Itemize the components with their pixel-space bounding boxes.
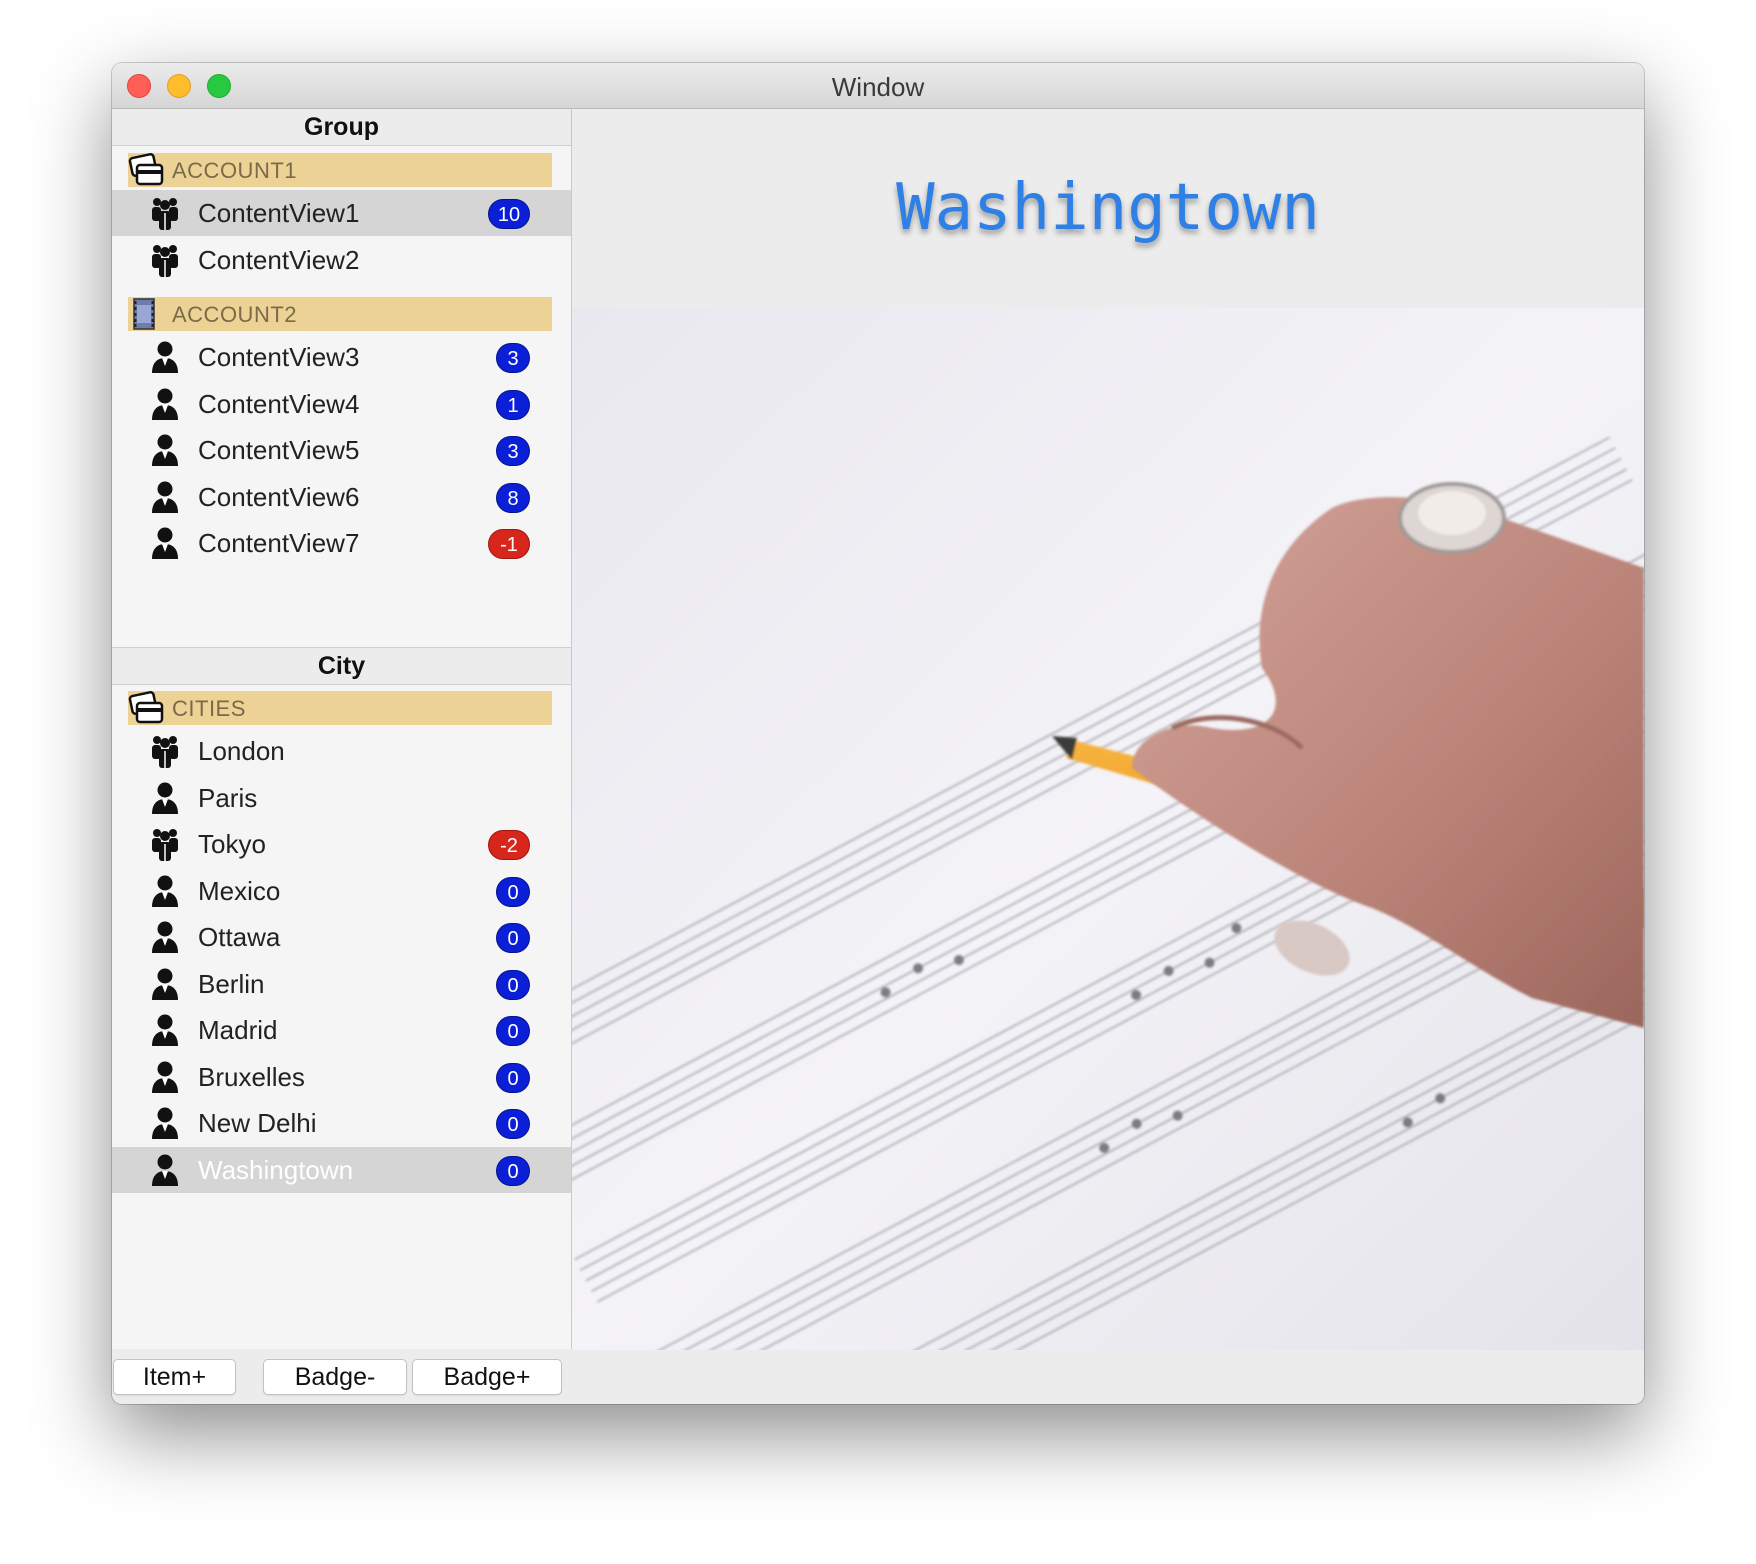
- list-item-mexico[interactable]: Mexico 0: [112, 868, 571, 914]
- list-item-bruxelles[interactable]: Bruxelles 0: [112, 1054, 571, 1100]
- person-icon: [150, 433, 180, 467]
- people-icon: [150, 734, 180, 768]
- person-icon: [150, 1153, 180, 1187]
- list-item-label: ContentView6: [198, 481, 360, 512]
- bottom-toolbar: Item+ Badge- Badge+: [112, 1350, 1644, 1404]
- count-badge: -2: [488, 830, 530, 860]
- window-title: Window: [831, 72, 925, 102]
- person-icon: [150, 480, 180, 514]
- list-item-label: Ottawa: [198, 922, 281, 952]
- count-badge: 1: [496, 389, 530, 420]
- sidebar: Group ACCOUNT1 ContentView1 10 ContentView2…: [112, 109, 572, 1349]
- group-section-header: Group: [112, 109, 571, 146]
- count-badge: 8: [496, 482, 530, 513]
- list-item-contentview5[interactable]: ContentView5 3: [112, 427, 571, 473]
- list-item-label: London: [198, 736, 285, 766]
- detail-header: Washingtown: [572, 109, 1644, 308]
- list-item-contentview6[interactable]: ContentView6 8: [112, 474, 571, 520]
- list-item-label: ContentView4: [198, 388, 360, 419]
- group-header-label: ACCOUNT1: [172, 158, 298, 183]
- list-item-label: ContentView2: [198, 244, 360, 275]
- group-header-label: CITIES: [172, 696, 246, 721]
- list-item-label: ContentView7: [198, 528, 360, 558]
- increase-badge-button[interactable]: Badge+: [412, 1359, 562, 1395]
- list-item-washingtown[interactable]: Washingtown 0: [112, 1146, 571, 1193]
- count-badge: 0: [496, 1155, 530, 1186]
- list-item-label: ContentView5: [198, 435, 360, 465]
- list-item-label: Madrid: [198, 1015, 278, 1045]
- list-item-london[interactable]: London: [112, 728, 571, 774]
- list-item-contentview7[interactable]: ContentView7 -1: [112, 520, 571, 566]
- list-item-label: Paris: [198, 782, 258, 813]
- decrease-badge-button[interactable]: Badge-: [263, 1359, 407, 1395]
- list-item-contentview3[interactable]: ContentView3 3: [112, 334, 571, 380]
- people-icon: [150, 196, 180, 230]
- count-badge: 0: [496, 1062, 530, 1093]
- list-item-contentview4[interactable]: ContentView4 1: [112, 381, 571, 427]
- person-icon: [150, 1013, 180, 1047]
- count-badge: 10: [488, 199, 530, 229]
- detail-view: Washingtown: [572, 109, 1644, 1350]
- count-badge: 3: [496, 343, 530, 373]
- list-item-label: Bruxelles: [198, 1061, 305, 1092]
- list-item-contentview1[interactable]: ContentView1 10: [112, 190, 571, 236]
- group-header-account2[interactable]: ACCOUNT2: [128, 297, 552, 331]
- count-badge: -1: [488, 529, 530, 559]
- count-badge: 0: [496, 969, 530, 1000]
- list-item-label: New Delhi: [198, 1108, 317, 1138]
- person-icon: [150, 781, 180, 815]
- city-section-header: City: [112, 647, 571, 685]
- count-badge: 0: [496, 923, 530, 953]
- title-bar[interactable]: Window: [112, 63, 1644, 109]
- person-icon: [150, 1060, 180, 1094]
- group-header-label: ACCOUNT2: [172, 302, 298, 327]
- list-item-berlin[interactable]: Berlin 0: [112, 961, 571, 1007]
- person-icon: [150, 967, 180, 1001]
- person-icon: [150, 526, 180, 560]
- person-icon: [150, 387, 180, 421]
- count-badge: 0: [496, 1016, 530, 1046]
- list-item-label: Mexico: [198, 875, 281, 906]
- list-item-paris[interactable]: Paris: [112, 775, 571, 821]
- person-icon: [150, 1106, 180, 1140]
- list-item-label: Tokyo: [198, 829, 266, 859]
- person-icon: [150, 920, 180, 954]
- detail-title: Washingtown: [896, 171, 1320, 245]
- person-icon: [150, 340, 180, 374]
- people-icon: [150, 243, 180, 277]
- cards-icon: [128, 691, 164, 725]
- group-header-account1[interactable]: ACCOUNT1: [128, 153, 552, 187]
- count-badge: 0: [496, 876, 530, 907]
- person-icon: [150, 874, 180, 908]
- list-item-label: Washingtown: [198, 1154, 354, 1185]
- cards-icon: [128, 153, 164, 187]
- add-item-button[interactable]: Item+: [113, 1359, 236, 1395]
- list-item-madrid[interactable]: Madrid 0: [112, 1007, 571, 1053]
- sheet-music-photo: [572, 308, 1644, 1350]
- app-window: Window Group ACCOUNT1 ContentView1 10 Conte…: [112, 63, 1644, 1404]
- list-item-label: Berlin: [198, 968, 265, 999]
- list-item-tokyo[interactable]: Tokyo -2: [112, 821, 571, 867]
- list-item-label: ContentView1: [198, 198, 360, 228]
- count-badge: 3: [496, 436, 530, 466]
- list-item-label: ContentView3: [198, 342, 360, 372]
- list-item-contentview2[interactable]: ContentView2: [112, 237, 571, 283]
- group-header-cities[interactable]: CITIES: [128, 691, 552, 725]
- people-icon: [150, 827, 180, 861]
- list-item-new-delhi[interactable]: New Delhi 0: [112, 1100, 571, 1146]
- list-item-ottawa[interactable]: Ottawa 0: [112, 914, 571, 960]
- count-badge: 0: [496, 1109, 530, 1139]
- film-icon: [128, 297, 164, 331]
